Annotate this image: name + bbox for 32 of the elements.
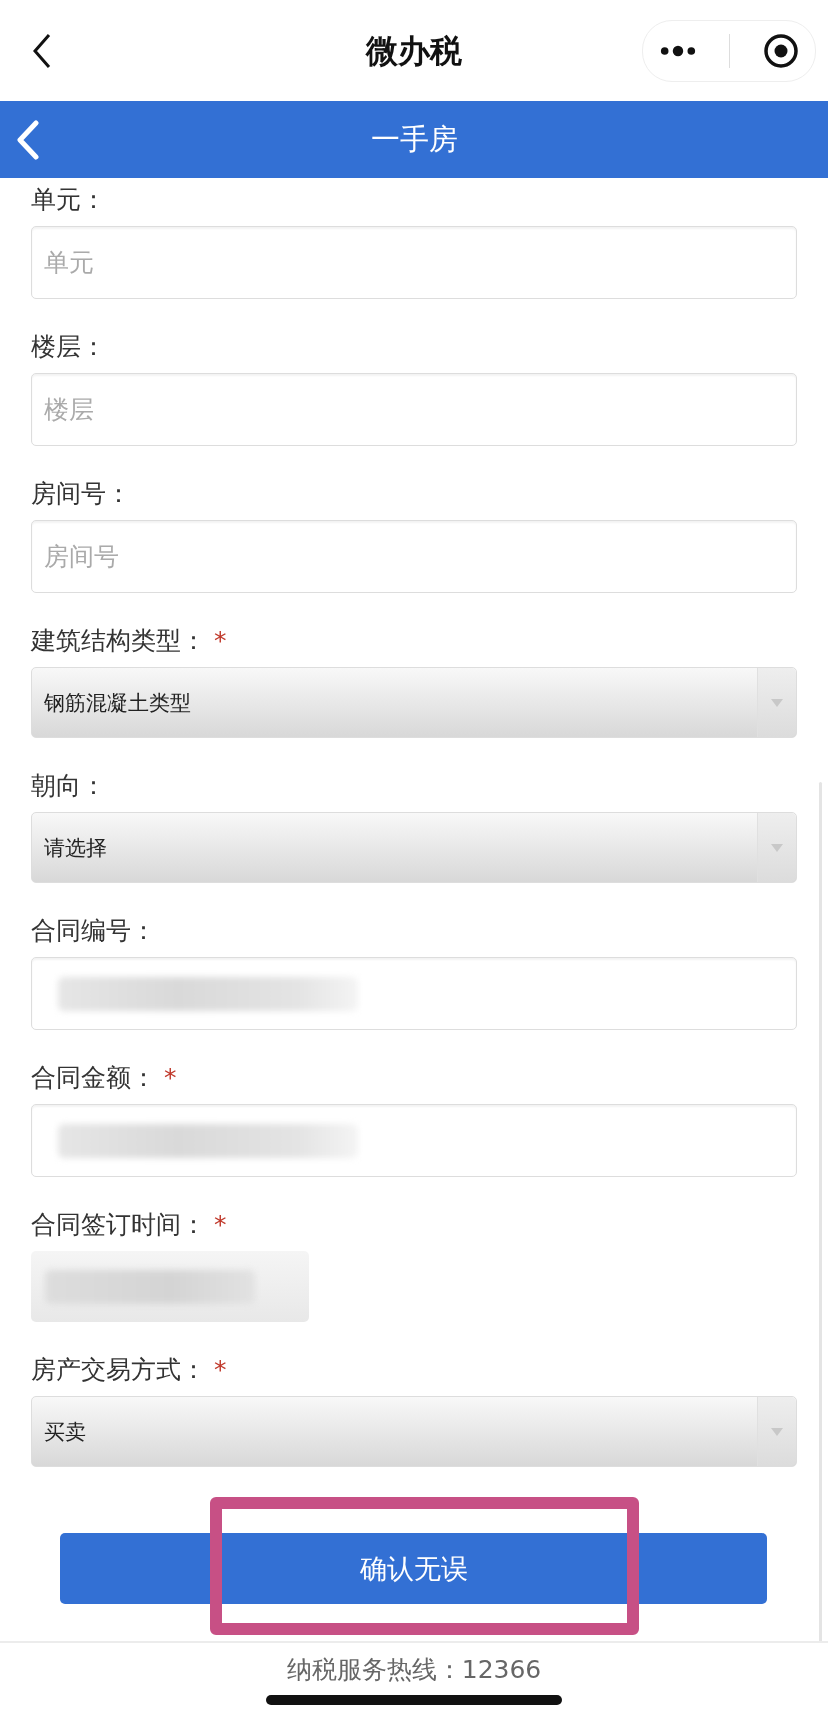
required-mark: * xyxy=(214,1354,227,1384)
field-label: 合同签订时间： xyxy=(31,1208,206,1241)
dropdown-arrow-icon xyxy=(771,1427,783,1436)
input-field[interactable] xyxy=(31,1104,797,1177)
page-title: 一手房 xyxy=(370,120,458,158)
back-icon[interactable] xyxy=(32,32,52,69)
confirm-button[interactable]: 确认无误 xyxy=(60,1533,767,1604)
field-label: 合同编号： xyxy=(31,914,156,947)
required-mark: * xyxy=(214,1209,227,1239)
input-field[interactable] xyxy=(31,957,797,1030)
window-title: 微办税 xyxy=(364,31,463,72)
field-label: 房间号： xyxy=(31,477,131,510)
input-field[interactable]: 楼层 xyxy=(31,373,797,446)
select-field[interactable] xyxy=(31,1251,309,1322)
field-label: 建筑结构类型： xyxy=(31,624,206,657)
more-icon[interactable] xyxy=(659,44,698,57)
select-field[interactable]: 钢筋混凝土类型 xyxy=(31,667,797,738)
input-field[interactable]: 房间号 xyxy=(31,520,797,593)
close-icon[interactable] xyxy=(762,32,799,69)
select-field[interactable]: 请选择 xyxy=(31,812,797,883)
field-label: 朝向： xyxy=(31,769,106,802)
field-label: 单元： xyxy=(31,183,106,216)
field-label: 楼层： xyxy=(31,330,106,363)
dropdown-arrow-icon xyxy=(771,843,783,852)
hotline-text: 纳税服务热线：12366 xyxy=(286,1655,542,1685)
required-mark: * xyxy=(214,625,227,655)
input-field[interactable]: 单元 xyxy=(31,226,797,299)
dropdown-arrow-icon xyxy=(771,698,783,707)
field-label: 房产交易方式： xyxy=(31,1353,206,1386)
required-mark: * xyxy=(164,1062,177,1092)
select-field[interactable]: 买卖 xyxy=(31,1396,797,1467)
field-label: 合同金额： xyxy=(31,1061,156,1094)
